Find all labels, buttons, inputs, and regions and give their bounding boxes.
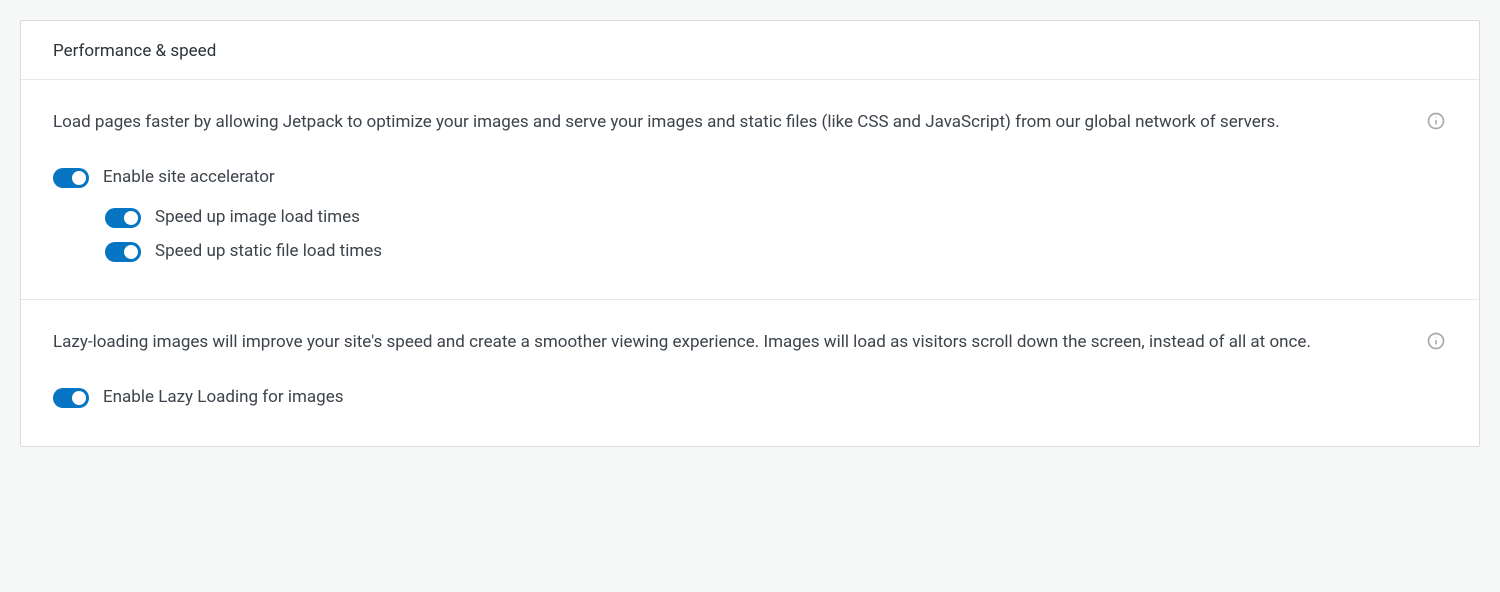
enable-site-accelerator-label: Enable site accelerator	[103, 166, 275, 190]
enable-lazy-loading-toggle[interactable]	[53, 388, 89, 408]
section-top: Lazy-loading images will improve your si…	[53, 328, 1447, 356]
enable-site-accelerator-row: Enable site accelerator	[53, 166, 1447, 190]
lazy-description: Lazy-loading images will improve your si…	[53, 328, 1405, 356]
info-icon[interactable]	[1425, 110, 1447, 132]
site-accelerator-section: Load pages faster by allowing Jetpack to…	[21, 80, 1479, 299]
accelerator-sub-options: Speed up image load times Speed up stati…	[53, 206, 1447, 264]
panel-header: Performance & speed	[21, 21, 1479, 80]
speed-up-images-toggle[interactable]	[105, 208, 141, 228]
speed-up-images-label: Speed up image load times	[155, 206, 360, 230]
accelerator-description: Load pages faster by allowing Jetpack to…	[53, 108, 1405, 136]
speed-up-images-row: Speed up image load times	[105, 206, 1447, 230]
enable-lazy-loading-label: Enable Lazy Loading for images	[103, 386, 343, 410]
section-top: Load pages faster by allowing Jetpack to…	[53, 108, 1447, 136]
panel-title: Performance & speed	[53, 41, 1447, 61]
enable-site-accelerator-toggle[interactable]	[53, 168, 89, 188]
enable-lazy-loading-row: Enable Lazy Loading for images	[53, 386, 1447, 410]
speed-up-static-toggle[interactable]	[105, 242, 141, 262]
speed-up-static-label: Speed up static file load times	[155, 240, 382, 264]
lazy-loading-section: Lazy-loading images will improve your si…	[21, 299, 1479, 446]
info-icon[interactable]	[1425, 330, 1447, 352]
speed-up-static-row: Speed up static file load times	[105, 240, 1447, 264]
performance-speed-panel: Performance & speed Load pages faster by…	[20, 20, 1480, 447]
